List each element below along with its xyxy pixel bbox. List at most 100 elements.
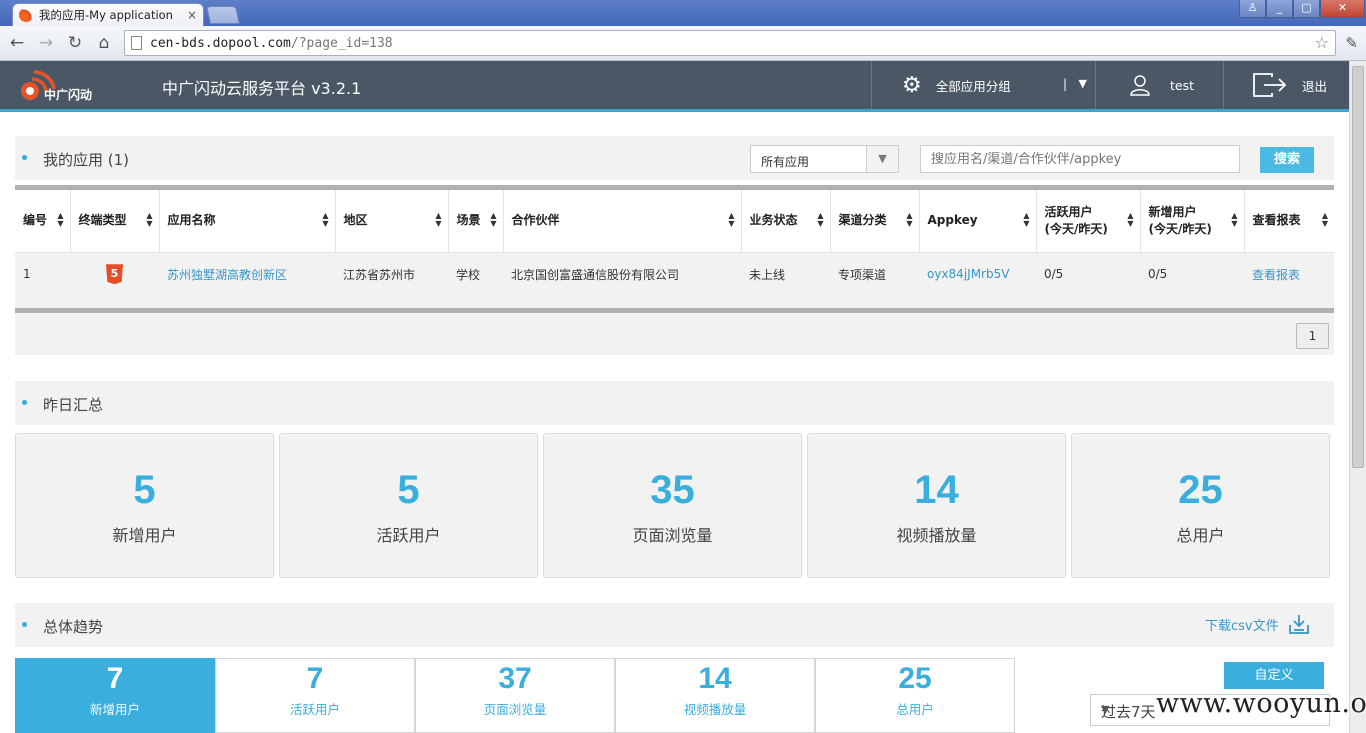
stat-card-page-views: 35 页面浏览量: [543, 433, 802, 578]
column-header[interactable]: 合作伙伴 ▲ ▼: [503, 190, 742, 252]
column-header[interactable]: 应用名称 ▲ ▼: [159, 190, 336, 252]
scrollbar-thumb[interactable]: [1352, 66, 1364, 468]
cell-partner: 北京国创富盛通信股份有限公司: [503, 251, 741, 296]
trend-title: 总体趋势: [43, 618, 104, 636]
cell-id: 1: [15, 251, 70, 296]
column-header[interactable]: 渠道分类 ▲ ▼: [830, 190, 920, 252]
chevron-down-icon: ▼: [1078, 77, 1087, 90]
profile-icon[interactable]: ♙: [1239, 0, 1266, 18]
site-header: 中广闪动 中广闪动云服务平台 v3.2.1 ⚙ 全部应用分组 | ▼ test …: [0, 61, 1349, 112]
page-scrollbar[interactable]: [1349, 61, 1366, 733]
trend-value: 7: [106, 662, 124, 695]
user-name: test: [1170, 77, 1195, 93]
stat-label: 活跃用户: [376, 526, 441, 545]
stat-label: 总用户: [1176, 526, 1225, 545]
column-header[interactable]: Appkey ▲ ▼: [919, 190, 1037, 252]
sort-icon: ▲ ▼: [728, 211, 735, 228]
platform-title: 中广闪动云服务平台 v3.2.1: [162, 79, 362, 98]
table-header-row: 编号 ▲ ▼ 终端类型 ▲ ▼ 应用名称 ▲ ▼ 地区 ▲ ▼ 场景 ▲ ▼ 合作伙伴 ▲ ▼ 业务状态…: [15, 190, 1334, 252]
app-table-panel: 编号 ▲ ▼ 终端类型 ▲ ▼ 应用名称 ▲ ▼ 地区 ▲ ▼ 场景 ▲ ▼ 合作伙伴 ▲ ▼ 业务状态…: [15, 185, 1334, 355]
app-filter-select[interactable]: 所有应用 ▼: [750, 145, 899, 173]
stat-value: 14: [914, 468, 959, 512]
custom-range-button[interactable]: 自定义: [1224, 662, 1324, 689]
bullet-icon: [22, 155, 27, 160]
browser-tab-active[interactable]: 我的应用-My application ×: [12, 3, 204, 26]
dropdown-divider: |: [1062, 77, 1067, 91]
sort-icon: ▲ ▼: [817, 211, 824, 228]
user-icon: [1130, 75, 1150, 96]
search-button[interactable]: 搜索: [1260, 147, 1314, 173]
new-tab-button[interactable]: [206, 6, 240, 24]
watermark-text: www.wooyun.org: [1156, 688, 1366, 719]
gear-icon: ⚙: [902, 72, 922, 98]
close-window-button[interactable]: ✕: [1320, 0, 1365, 18]
sort-icon: ▲ ▼: [1023, 211, 1030, 228]
close-tab-icon[interactable]: ×: [187, 8, 197, 22]
browser-tab-title: 我的应用-My application: [39, 8, 173, 22]
cell-channel: 专项渠道: [830, 251, 919, 296]
browser-toolbar: ← → ↻ ⌂ cen-bds.dopool.com/?page_id=138 …: [0, 26, 1366, 61]
sort-icon: ▲ ▼: [1231, 211, 1238, 228]
column-header[interactable]: 业务状态 ▲ ▼: [741, 190, 831, 252]
column-header[interactable]: 终端类型 ▲ ▼: [70, 190, 160, 252]
my-apps-title: 我的应用 (1): [43, 151, 130, 169]
trend-label: 总用户: [896, 702, 934, 717]
brand-logo[interactable]: 中广闪动: [16, 65, 106, 105]
sort-icon: ▲ ▼: [906, 211, 913, 228]
trend-tab-active-users[interactable]: 7 活跃用户: [215, 658, 415, 733]
trend-tab-page-views[interactable]: 37 页面浏览量: [415, 658, 615, 733]
appkey-link[interactable]: oyx84jJMrb5V: [919, 251, 1036, 296]
app-table: 编号 ▲ ▼ 终端类型 ▲ ▼ 应用名称 ▲ ▼ 地区 ▲ ▼ 场景 ▲ ▼ 合作伙伴 ▲ ▼ 业务状态…: [15, 190, 1334, 296]
stat-value: 5: [397, 468, 420, 512]
pagination-page-1[interactable]: 1: [1296, 323, 1329, 349]
address-bar[interactable]: cen-bds.dopool.com/?page_id=138 ☆: [124, 30, 1336, 56]
cell-status: 未上线: [741, 251, 830, 296]
bookmark-star-icon[interactable]: ☆: [1315, 33, 1329, 52]
maximize-button[interactable]: ▢: [1293, 0, 1320, 18]
table-row: 1 5 苏州独墅湖高教创新区 江苏省苏州市 学校 北京国创富盛通信股份有限公司 …: [15, 251, 1334, 296]
column-header[interactable]: 活跃用户 (今天/昨天) ▲ ▼: [1036, 190, 1141, 252]
cell-region: 江苏省苏州市: [335, 251, 448, 296]
stat-value: 25: [1178, 468, 1223, 512]
yesterday-summary-title: 昨日汇总: [43, 396, 104, 414]
app-search-input[interactable]: [920, 145, 1240, 173]
wrench-menu-icon[interactable]: ✎: [1345, 34, 1358, 52]
bullet-icon: [22, 622, 27, 627]
stat-card-active-users: 5 活跃用户: [279, 433, 538, 578]
sort-icon: ▲ ▼: [1321, 211, 1328, 228]
sort-icon: ▲ ▼: [322, 211, 329, 228]
column-header[interactable]: 编号 ▲ ▼: [15, 190, 71, 252]
sort-icon: ▲ ▼: [1127, 211, 1134, 228]
trend-tab-total-users[interactable]: 25 总用户: [815, 658, 1015, 733]
download-csv-link[interactable]: 下载csv文件: [1205, 615, 1279, 634]
cell-terminal: 5: [70, 251, 159, 296]
home-button[interactable]: ⌂: [93, 33, 115, 53]
trend-tab-new-users[interactable]: 7 新增用户: [15, 658, 215, 733]
app-filter-value: 所有应用: [761, 155, 810, 169]
app-name-link[interactable]: 苏州独墅湖高教创新区: [159, 251, 335, 296]
column-header[interactable]: 新增用户 (今天/昨天) ▲ ▼: [1140, 190, 1245, 252]
my-apps-header: 我的应用 (1) 所有应用 ▼ 搜索: [15, 136, 1334, 180]
reload-button[interactable]: ↻: [64, 33, 86, 53]
cell-active-users: 0/5: [1036, 251, 1140, 296]
html5-icon: 5: [106, 264, 123, 285]
cell-new-users: 0/5: [1140, 251, 1244, 296]
trend-tab-video-plays[interactable]: 14 视频播放量: [615, 658, 815, 733]
trend-value: 7: [306, 662, 324, 695]
column-header[interactable]: 地区 ▲ ▼: [335, 190, 449, 252]
trend-value: 37: [498, 662, 532, 695]
column-header[interactable]: 场景 ▲ ▼: [448, 190, 504, 252]
minimize-button[interactable]: _: [1266, 0, 1293, 18]
window-controls: ♙ _ ▢ ✕: [1239, 0, 1365, 18]
download-icon[interactable]: [1288, 613, 1310, 635]
column-header[interactable]: 查看报表 ▲ ▼: [1244, 190, 1334, 252]
bullet-icon: [22, 400, 27, 405]
logout-button[interactable]: 退出: [1223, 61, 1349, 109]
forward-button[interactable]: →: [35, 33, 57, 53]
cell-scene: 学校: [448, 251, 503, 296]
stat-label: 新增用户: [112, 526, 177, 545]
back-button[interactable]: ←: [6, 33, 28, 53]
app-group-dropdown[interactable]: ⚙ 全部应用分组 | ▼: [871, 61, 1095, 109]
view-report-link[interactable]: 查看报表: [1244, 251, 1334, 296]
user-menu[interactable]: test: [1095, 61, 1223, 109]
